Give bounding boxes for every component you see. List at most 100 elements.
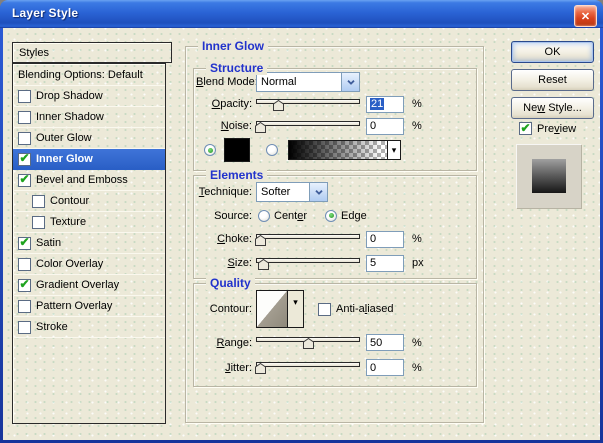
sidebar-item-drop-shadow[interactable]: ✔ Drop Shadow — [13, 86, 165, 107]
sidebar-item-label: Contour — [50, 195, 89, 207]
new-style-button-label: New Style... — [523, 102, 582, 114]
contour-thumbnail[interactable] — [257, 291, 288, 327]
quality-group: Quality Contour: ▾ ✔ Anti-aliased Range: — [193, 283, 477, 387]
gradient-dropdown-arrow-icon[interactable]: ▾ — [388, 140, 401, 160]
choke-value: 0 — [370, 233, 376, 245]
styles-list: Blending Options: Default ✔ Drop Shadow … — [12, 63, 166, 424]
checkbox[interactable]: ✔ — [32, 216, 45, 229]
size-input[interactable]: 5 — [366, 255, 404, 272]
opacity-label: Opacity: — [196, 98, 252, 110]
checkbox[interactable]: ✔ — [18, 279, 31, 292]
color-radio[interactable] — [204, 144, 216, 156]
source-center-radio[interactable] — [258, 210, 270, 222]
chevron-down-icon[interactable] — [341, 73, 359, 91]
technique-select[interactable]: Softer — [256, 182, 328, 202]
sidebar-item-gradient-overlay[interactable]: ✔ Gradient Overlay — [13, 275, 165, 296]
checkbox[interactable]: ✔ — [18, 132, 31, 145]
range-slider[interactable] — [256, 336, 360, 349]
sidebar-item-label: Drop Shadow — [36, 90, 103, 102]
sidebar-item-pattern-overlay[interactable]: ✔ Pattern Overlay — [13, 296, 165, 317]
range-input[interactable]: 50 — [366, 334, 404, 351]
checkbox[interactable]: ✔ — [18, 258, 31, 271]
jitter-slider[interactable] — [256, 361, 360, 374]
sidebar-item-inner-shadow[interactable]: ✔ Inner Shadow — [13, 107, 165, 128]
sidebar-item-label: Stroke — [36, 321, 68, 333]
sidebar-item-label: Satin — [36, 237, 61, 249]
window-title: Layer Style — [12, 6, 78, 20]
sidebar-item-inner-glow[interactable]: ✔ Inner Glow — [13, 149, 165, 170]
sidebar-item-label: Gradient Overlay — [36, 279, 119, 291]
sidebar-item-label: Outer Glow — [36, 132, 92, 144]
size-slider[interactable] — [256, 257, 360, 270]
contour-dropdown-arrow-icon[interactable]: ▾ — [288, 291, 303, 327]
gradient-swatch[interactable] — [288, 140, 388, 160]
glow-color-swatch[interactable] — [224, 138, 250, 162]
radio-dot — [329, 213, 334, 218]
new-style-button[interactable]: New Style... — [511, 97, 594, 119]
choke-unit: % — [412, 233, 422, 245]
source-center-label: Center — [274, 210, 307, 222]
preview-label: Preview — [537, 123, 576, 135]
close-button[interactable]: ✕ — [574, 5, 597, 27]
choke-label: Choke: — [196, 233, 252, 245]
sidebar-item-color-overlay[interactable]: ✔ Color Overlay — [13, 254, 165, 275]
opacity-input[interactable]: 21 — [366, 96, 404, 113]
check-icon: ✔ — [19, 236, 29, 248]
slider-thumb[interactable] — [258, 259, 269, 270]
title-bar[interactable]: Layer Style ✕ — [0, 0, 603, 28]
noise-unit: % — [412, 120, 422, 132]
ok-button-label: OK — [545, 46, 561, 58]
choke-input[interactable]: 0 — [366, 231, 404, 248]
contour-label: Contour: — [196, 303, 252, 315]
sidebar-item-contour[interactable]: ✔ Contour — [13, 191, 165, 212]
gradient-radio[interactable] — [266, 144, 278, 156]
gradient-picker[interactable]: ▾ — [288, 140, 401, 160]
checkbox[interactable]: ✔ — [18, 111, 31, 124]
slider-thumb[interactable] — [255, 122, 266, 133]
sidebar-item-satin[interactable]: ✔ Satin — [13, 233, 165, 254]
quality-title: Quality — [206, 276, 255, 290]
checkbox[interactable]: ✔ — [18, 321, 31, 334]
noise-input[interactable]: 0 — [366, 118, 404, 135]
noise-slider[interactable] — [256, 120, 360, 133]
sidebar-item-texture[interactable]: ✔ Texture — [13, 212, 165, 233]
choke-slider[interactable] — [256, 233, 360, 246]
slider-thumb[interactable] — [255, 235, 266, 246]
slider-track — [256, 234, 360, 239]
checkbox[interactable]: ✔ — [18, 300, 31, 313]
slider-thumb[interactable] — [255, 363, 266, 374]
sidebar-item-blending-options[interactable]: Blending Options: Default — [13, 64, 165, 86]
sidebar-item-outer-glow[interactable]: ✔ Outer Glow — [13, 128, 165, 149]
jitter-input[interactable]: 0 — [366, 359, 404, 376]
chevron-down-icon[interactable] — [309, 183, 327, 201]
opacity-value: 21 — [370, 98, 384, 110]
slider-thumb[interactable] — [273, 100, 284, 111]
structure-group: Structure Blend Mode: Normal Opacity: — [193, 68, 477, 171]
contour-picker[interactable]: ▾ — [256, 290, 304, 328]
sidebar-item-label: Blending Options: Default — [18, 69, 143, 81]
checkbox[interactable]: ✔ — [18, 237, 31, 250]
checkbox[interactable]: ✔ — [18, 174, 31, 187]
checkbox[interactable]: ✔ — [32, 195, 45, 208]
source-label: Source: — [196, 210, 252, 222]
slider-thumb[interactable] — [303, 338, 314, 349]
range-value: 50 — [370, 337, 382, 349]
sidebar-item-stroke[interactable]: ✔ Stroke — [13, 317, 165, 338]
ok-button[interactable]: OK — [511, 41, 594, 63]
panel-title: Inner Glow — [198, 39, 268, 53]
sidebar-item-label: Color Overlay — [36, 258, 103, 270]
checkbox[interactable]: ✔ — [18, 153, 31, 166]
noise-label: Noise: — [196, 120, 252, 132]
preview-checkbox[interactable]: ✔ — [519, 122, 532, 135]
sidebar-item-label: Bevel and Emboss — [36, 174, 128, 186]
anti-aliased-checkbox[interactable]: ✔ — [318, 303, 331, 316]
checkbox[interactable]: ✔ — [18, 90, 31, 103]
opacity-slider[interactable] — [256, 98, 360, 111]
preview-toggle[interactable]: ✔ Preview — [519, 122, 576, 135]
sidebar-item-bevel-and-emboss[interactable]: ✔ Bevel and Emboss — [13, 170, 165, 191]
source-edge-radio[interactable] — [325, 210, 337, 222]
blend-mode-select[interactable]: Normal — [256, 72, 360, 92]
check-icon: ✔ — [19, 278, 29, 290]
source-edge-label: Edge — [341, 210, 367, 222]
reset-button[interactable]: Reset — [511, 69, 594, 91]
